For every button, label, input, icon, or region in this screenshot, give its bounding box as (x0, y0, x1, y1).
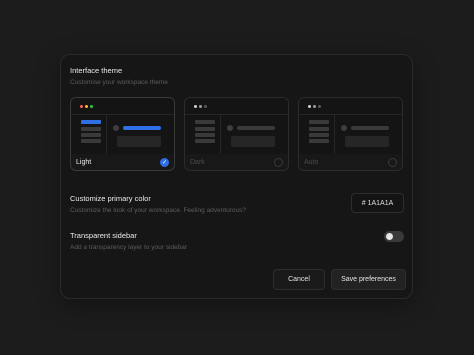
theme-option-auto[interactable]: Auto (298, 97, 403, 171)
window-controls-icon (194, 105, 207, 108)
primary-color-title: Customize primary color (70, 194, 151, 203)
toggle-knob (386, 233, 393, 240)
preferences-panel: Interface theme Customise your workspace… (60, 54, 413, 299)
theme-preview-auto (299, 98, 402, 154)
transparent-sidebar-subtitle: Add a transparency layer to your sidebar (70, 244, 188, 251)
radio-icon[interactable] (274, 158, 283, 167)
theme-section-title: Interface theme (70, 66, 123, 75)
theme-option-label: Dark (190, 159, 205, 166)
window-controls-icon (308, 105, 321, 108)
checkmark-icon[interactable]: ✓ (160, 158, 169, 167)
transparent-sidebar-title: Transparent sidebar (70, 231, 137, 240)
primary-color-subtitle: Customize the look of your workspace. Fe… (70, 207, 246, 214)
cancel-button[interactable]: Cancel (273, 269, 325, 290)
primary-color-input[interactable]: # 1A1A1A (351, 193, 404, 213)
theme-section-subtitle: Customise your workspace theme (70, 79, 168, 86)
transparent-sidebar-toggle[interactable] (384, 231, 404, 242)
theme-preview-light (71, 98, 174, 154)
theme-option-label: Auto (304, 159, 319, 166)
theme-option-light[interactable]: Light ✓ (70, 97, 175, 171)
save-preferences-button[interactable]: Save preferences (331, 269, 406, 290)
theme-option-label: Light (76, 159, 92, 166)
radio-icon[interactable] (388, 158, 397, 167)
theme-preview-dark (185, 98, 288, 154)
theme-options: Light ✓ Dark Auto (70, 97, 403, 171)
theme-option-dark[interactable]: Dark (184, 97, 289, 171)
window-controls-icon (80, 105, 93, 108)
